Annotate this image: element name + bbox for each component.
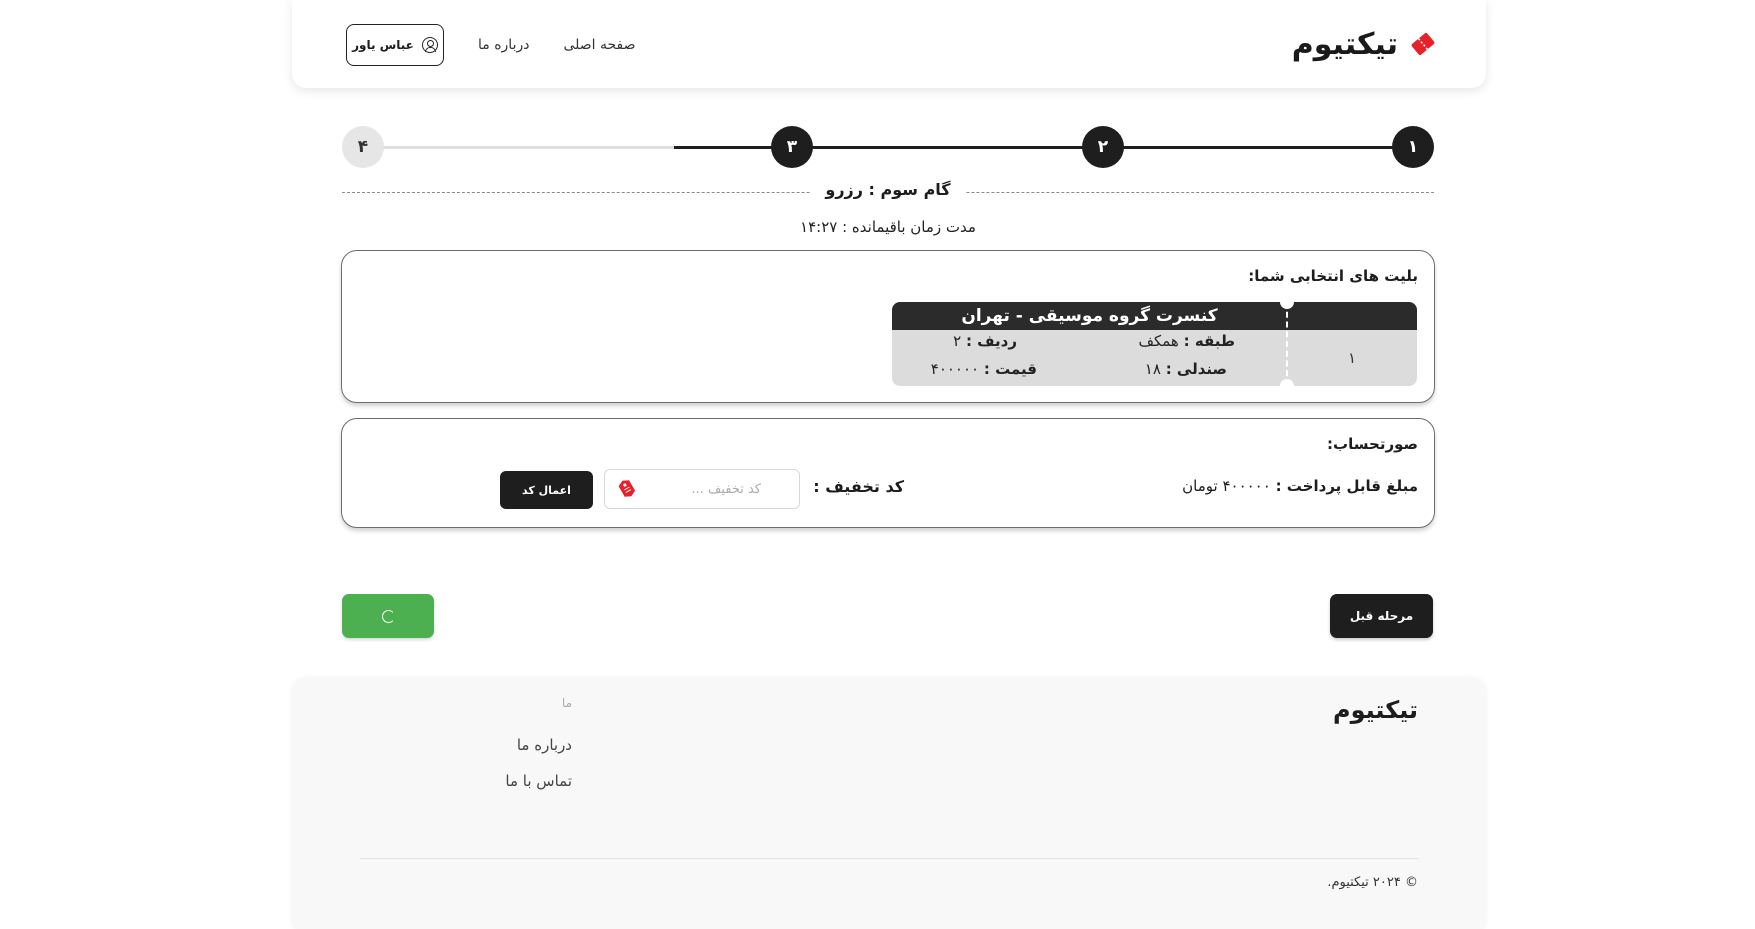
selected-tickets-card: بلیت های انتخابی شما: کنسرت گروه موسیقی … bbox=[341, 250, 1435, 403]
step-4: ۴ bbox=[342, 126, 384, 168]
footer-links: ما درباره ما تماس با ما bbox=[442, 696, 572, 790]
spinner-icon bbox=[381, 609, 395, 623]
footer-link-contact[interactable]: تماس با ما bbox=[442, 772, 572, 790]
step-title-row: گام سوم : رزرو bbox=[342, 180, 1434, 206]
site-header: تیکتیوم صفحه اصلی درباره ما عباس یاور bbox=[292, 0, 1486, 88]
ticket-seat-label: صندلی : bbox=[1165, 360, 1227, 378]
step-3: ۳ bbox=[771, 126, 813, 168]
discount-label: کد تخفیف : bbox=[813, 477, 904, 496]
ticket-seat-value: ۱۸ bbox=[1144, 360, 1161, 378]
payable-amount-value: ۴۰۰۰۰۰ تومان bbox=[1182, 477, 1271, 495]
footer-brand: تیکتیوم bbox=[1333, 696, 1418, 724]
step-title: گام سوم : رزرو bbox=[811, 180, 965, 199]
ticket-stub-header bbox=[1287, 302, 1417, 330]
step-2: ۲ bbox=[1082, 126, 1124, 168]
tickets-title: بلیت های انتخابی شما: bbox=[1248, 267, 1418, 285]
ticket-row-label: ردیف : bbox=[965, 332, 1017, 350]
step-1: ۱ bbox=[1392, 126, 1434, 168]
invoice-title: صورتحساب: bbox=[1327, 435, 1418, 453]
ticket-floor-label: طبقه : bbox=[1183, 332, 1235, 350]
nav-about-link[interactable]: درباره ما bbox=[478, 37, 529, 53]
step-connector bbox=[364, 146, 674, 149]
ticket-number: ۱ bbox=[1347, 349, 1357, 367]
main-nav: صفحه اصلی درباره ما عباس یاور bbox=[346, 24, 636, 66]
ticket-price: قیمت : ۴۰۰۰۰۰ bbox=[931, 360, 1037, 378]
nav-home-link[interactable]: صفحه اصلی bbox=[563, 37, 635, 53]
previous-step-button[interactable]: مرحله قبل bbox=[1330, 594, 1433, 638]
ticket-event-name: کنسرت گروه موسیقی - تهران bbox=[892, 302, 1287, 330]
footer-link-about[interactable]: درباره ما bbox=[442, 736, 572, 754]
tag-icon bbox=[617, 477, 636, 501]
logo-text: تیکتیوم bbox=[1291, 26, 1398, 62]
next-step-button[interactable] bbox=[342, 594, 434, 638]
ticket-seat: صندلی : ۱۸ bbox=[1145, 360, 1227, 378]
ticket-row: ردیف : ۲ bbox=[953, 332, 1017, 350]
footer-divider bbox=[360, 858, 1418, 859]
payable-amount: مبلغ قابل پرداخت : ۴۰۰۰۰۰ تومان bbox=[1182, 477, 1418, 495]
ticket-floor-value: همکف bbox=[1138, 332, 1179, 350]
site-footer: تیکتیوم ما درباره ما تماس با ما © ۲۰۲۴ ت… bbox=[292, 678, 1486, 929]
ticket-item: کنسرت گروه موسیقی - تهران ۱ طبقه : همکف … bbox=[892, 302, 1417, 386]
ticket-price-value: ۴۰۰۰۰۰ bbox=[930, 360, 980, 378]
logo[interactable]: تیکتیوم bbox=[1292, 22, 1438, 66]
discount-field[interactable] bbox=[604, 469, 800, 509]
progress-stepper: ۱ ۲ ۳ ۴ bbox=[342, 126, 1434, 168]
remaining-time: مدت زمان باقیمانده : ۱۴:۲۷ bbox=[800, 218, 976, 236]
ticket-logo-icon bbox=[1408, 29, 1438, 59]
ticket-floor: طبقه : همکف bbox=[1138, 332, 1235, 350]
ticket-row-value: ۲ bbox=[953, 332, 962, 350]
ticket-price-label: قیمت : bbox=[983, 360, 1037, 378]
footer-links-heading: ما bbox=[561, 696, 572, 710]
payable-amount-label: مبلغ قابل پرداخت : bbox=[1275, 477, 1418, 495]
copyright: © ۲۰۲۴ تیکتیوم. bbox=[1327, 875, 1418, 890]
apply-discount-button[interactable]: اعمال کد bbox=[500, 471, 593, 509]
user-name: عباس یاور bbox=[352, 38, 414, 52]
user-circle-icon bbox=[421, 37, 438, 53]
user-account-button[interactable]: عباس یاور bbox=[346, 24, 444, 66]
invoice-card: صورتحساب: مبلغ قابل پرداخت : ۴۰۰۰۰۰ توما… bbox=[341, 418, 1435, 528]
